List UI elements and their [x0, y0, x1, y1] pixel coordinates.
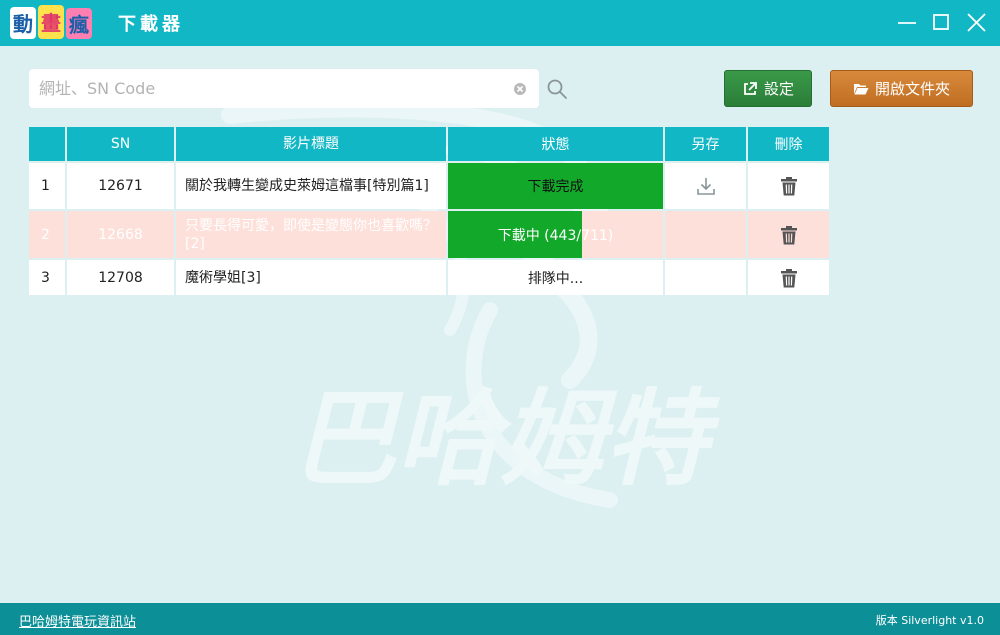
folder-open-icon — [853, 83, 869, 94]
settings-button-label: 設定 — [763, 80, 794, 98]
logo-icon: 動 畫 瘋 — [10, 5, 92, 39]
table-row[interactable]: 3 12708 魔術學姐[3] 排隊中... — [29, 260, 829, 295]
row-sn: 12671 — [67, 163, 174, 209]
trash-icon[interactable] — [778, 175, 800, 197]
row-title: 魔術學姐[3] — [176, 260, 446, 295]
trash-icon[interactable] — [778, 267, 800, 289]
row-status: 下載完成 — [448, 163, 663, 209]
row-sn: 12708 — [67, 260, 174, 295]
header-index — [29, 127, 65, 161]
status-text: 下載完成 — [527, 179, 584, 195]
svg-text:瘋: 瘋 — [69, 13, 89, 37]
save-as-cell — [665, 260, 746, 295]
table-row[interactable]: 1 12671 關於我轉生變成史萊姆這檔事[特別篇1] 下載完成 — [29, 163, 829, 209]
delete-cell — [748, 260, 829, 295]
row-title: 關於我轉生變成史萊姆這檔事[特別篇1] — [176, 163, 446, 209]
save-as-cell — [665, 211, 746, 258]
close-icon — [967, 13, 986, 32]
row-index: 3 — [29, 260, 65, 295]
header-save: 另存 — [665, 127, 746, 161]
maximize-icon — [933, 14, 949, 30]
maximize-button[interactable] — [926, 8, 956, 38]
header-delete: 刪除 — [748, 127, 829, 161]
delete-cell — [748, 211, 829, 258]
svg-text:畫: 畫 — [41, 11, 61, 35]
bahamut-site-link[interactable]: 巴哈姆特電玩資訊站 — [19, 611, 136, 630]
delete-cell — [748, 163, 829, 209]
external-link-icon — [744, 81, 757, 95]
row-title: 只要長得可愛，即使是變態你也喜歡嗎？[2] — [176, 211, 446, 258]
row-sn: 12668 — [67, 211, 174, 258]
trash-icon[interactable] — [778, 224, 800, 246]
row-index: 2 — [29, 211, 65, 258]
search-input[interactable] — [29, 69, 509, 108]
open-folder-button[interactable]: 開啟文件夾 — [830, 70, 973, 107]
row-status: 下載中 (443/711) — [448, 211, 663, 258]
download-icon[interactable] — [695, 175, 717, 197]
version-label: 版本 Silverlight v1.0 — [875, 614, 984, 627]
title-bar: 動 畫 瘋 下載器 — [0, 0, 1000, 46]
table-header: SN 影片標題 狀態 另存 刪除 — [29, 127, 829, 161]
window-title: 下載器 — [118, 14, 184, 35]
settings-button[interactable]: 設定 — [724, 70, 812, 107]
header-sn: SN — [67, 127, 174, 161]
status-text: 排隊中... — [527, 270, 584, 287]
status-bar: 巴哈姆特電玩資訊站 版本 Silverlight v1.0 — [0, 603, 1000, 635]
open-folder-button-label: 開啟文件夾 — [874, 80, 950, 98]
search-icon[interactable] — [546, 78, 568, 100]
close-button[interactable] — [962, 8, 992, 38]
row-index: 1 — [29, 163, 65, 209]
search-box — [29, 69, 539, 108]
save-as-cell — [665, 163, 746, 209]
app-logo: 動 畫 瘋 — [10, 5, 94, 41]
svg-text:動: 動 — [13, 12, 33, 36]
minimize-button[interactable] — [892, 8, 922, 38]
clear-icon[interactable] — [513, 82, 527, 96]
table-row[interactable]: 2 12668 只要長得可愛，即使是變態你也喜歡嗎？[2] 下載中 (443/7… — [29, 211, 829, 258]
minimize-icon — [898, 22, 916, 24]
status-text: 下載中 (443/711) — [497, 227, 614, 244]
row-status: 排隊中... — [448, 260, 663, 295]
watermark-text: 巴哈姆特 — [292, 378, 720, 500]
header-status: 狀態 — [448, 127, 663, 161]
header-title: 影片標題 — [176, 127, 446, 161]
